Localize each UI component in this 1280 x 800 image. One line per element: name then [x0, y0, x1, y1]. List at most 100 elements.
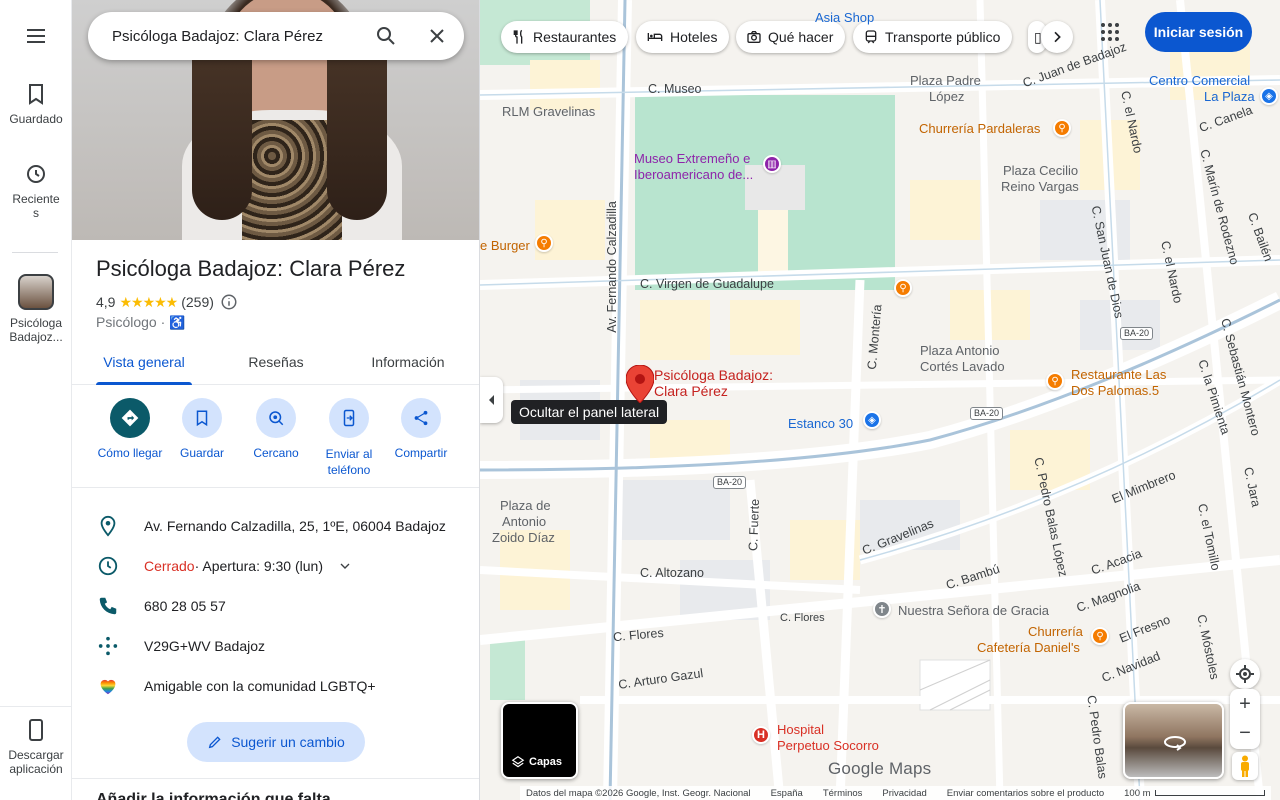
- map-label-churreria-d-1[interactable]: Churrería: [1028, 624, 1083, 639]
- tab-bar: Vista general Reseñas Información: [72, 340, 479, 385]
- map-label-museo-2[interactable]: Iberoamericano de...: [634, 167, 753, 182]
- directions-button[interactable]: Cómo llegar: [94, 396, 166, 460]
- scale-bar: [1154, 790, 1265, 796]
- chip-transit[interactable]: Transporte público: [853, 21, 1013, 53]
- map-label-altozano: C. Altozano: [640, 566, 704, 580]
- chip-things-to-do[interactable]: Qué hacer: [736, 21, 846, 53]
- category-label[interactable]: Psicólogo ·: [96, 314, 165, 330]
- map-label-hospital-1[interactable]: Hospital: [777, 722, 824, 737]
- suggest-edit-button[interactable]: Sugerir un cambio: [187, 722, 365, 762]
- info-icon[interactable]: [220, 293, 238, 311]
- phone-row[interactable]: 680 28 05 57: [96, 594, 466, 618]
- tab-overview[interactable]: Vista general: [96, 340, 192, 385]
- scale-label[interactable]: 100 m: [1124, 788, 1150, 799]
- rating-row: 4,9 ★★★★★ (259): [96, 293, 238, 311]
- terms-link[interactable]: Términos: [823, 788, 863, 799]
- street-view-pegman-button[interactable]: [1232, 752, 1258, 780]
- tab-about[interactable]: Información: [364, 340, 452, 385]
- chip-restaurants[interactable]: Restaurantes: [501, 21, 629, 53]
- shopping-pin-icon[interactable]: ◈: [1260, 87, 1278, 105]
- feedback-link[interactable]: Enviar comentarios sobre el producto: [947, 788, 1104, 799]
- place-panel: Psicóloga Badajoz: Clara Pérez 4,9 ★★★★★…: [72, 0, 480, 800]
- museum-pin-icon[interactable]: ▥: [763, 155, 781, 173]
- place-title: Psicóloga Badajoz: Clara Pérez: [96, 256, 406, 281]
- saved-button[interactable]: Guardado: [0, 82, 72, 126]
- pegman-icon: [1241, 755, 1249, 777]
- share-button[interactable]: Compartir: [385, 396, 457, 460]
- collapse-panel-button[interactable]: [480, 377, 503, 423]
- chevron-down-icon[interactable]: [337, 558, 353, 574]
- directions-icon: [121, 409, 139, 427]
- place-marker-label-1[interactable]: Psicóloga Badajoz:: [654, 367, 773, 383]
- close-icon[interactable]: [425, 24, 449, 48]
- tab-reviews[interactable]: Reseñas: [240, 340, 312, 385]
- my-location-button[interactable]: [1230, 659, 1260, 689]
- road-sign-ba20-a: BA-20: [1120, 327, 1154, 340]
- zoom-controls: + −: [1230, 689, 1260, 749]
- recent-button[interactable]: Reciente s: [0, 162, 72, 220]
- download-app-button[interactable]: Descargar aplicación: [0, 718, 72, 776]
- map-label-museo-1[interactable]: Museo Extremeño e: [634, 151, 750, 166]
- layers-button[interactable]: Capas: [501, 702, 578, 779]
- hospital-pin-icon[interactable]: H: [752, 726, 770, 744]
- zoom-out-button[interactable]: −: [1230, 719, 1260, 749]
- church-pin-icon[interactable]: ✝: [873, 600, 891, 618]
- region-link[interactable]: España: [771, 788, 803, 799]
- map-label-c-museo: C. Museo: [648, 82, 702, 96]
- map-label-churreria-pardaleras[interactable]: Churrería Pardaleras: [919, 121, 1040, 136]
- bookmark-icon: [29, 84, 43, 105]
- restaurant-pin-icon[interactable]: ⚲: [535, 234, 553, 252]
- street-view-thumbnail[interactable]: [1123, 702, 1224, 779]
- pluscode-row[interactable]: V29G+WV Badajoz: [96, 634, 466, 658]
- review-count[interactable]: (259): [181, 294, 214, 310]
- shopping-pin-icon[interactable]: ◈: [863, 411, 881, 429]
- menu-button[interactable]: [0, 24, 72, 54]
- privacy-link[interactable]: Privacidad: [882, 788, 926, 799]
- hours-row[interactable]: Cerrado · Apertura: 9:30 (lun): [96, 554, 466, 578]
- address-row[interactable]: Av. Fernando Calzadilla, 25, 1ºE, 06004 …: [96, 514, 466, 538]
- map-label-plaza-antonio-2: Cortés Lavado: [920, 359, 1005, 374]
- nearby-button[interactable]: Cercano: [240, 396, 312, 460]
- chips-next-button[interactable]: [1041, 21, 1073, 53]
- restaurant-pin-icon[interactable]: ⚲: [1053, 119, 1071, 137]
- saved-label: Guardado: [9, 112, 63, 126]
- map-label-burger[interactable]: e Burger: [480, 238, 530, 253]
- sign-in-button[interactable]: Iniciar sesión: [1145, 12, 1252, 52]
- map-label-churreria-d-2[interactable]: Cafetería Daniel's: [977, 640, 1080, 655]
- history-icon: [27, 165, 45, 183]
- nearby-label: Cercano: [253, 446, 299, 460]
- map-canvas[interactable]: Restaurantes Hoteles Qué hacer Transport…: [480, 0, 1280, 800]
- map-label-hospital-2[interactable]: Perpetuo Socorro: [777, 738, 879, 753]
- restaurant-pin-icon[interactable]: ⚲: [894, 279, 912, 297]
- map-label-nuestra[interactable]: Nuestra Señora de Gracia: [898, 603, 1049, 618]
- place-thumbnail: [18, 274, 54, 310]
- layers-icon: [511, 756, 525, 768]
- chip-things-to-do-label: Qué hacer: [768, 29, 834, 45]
- restaurant-pin-icon[interactable]: ⚲: [1091, 627, 1109, 645]
- map-label-virgen: C. Virgen de Guadalupe: [640, 277, 774, 291]
- map-label-estanco[interactable]: Estanco 30: [788, 416, 853, 431]
- recent-place-button[interactable]: Psicóloga Badajoz...: [0, 274, 72, 344]
- map-label-asia-shop[interactable]: Asia Shop: [815, 10, 874, 25]
- category-row: Psicólogo · ♿: [96, 314, 185, 331]
- save-button[interactable]: Guardar: [166, 396, 238, 460]
- zoom-in-button[interactable]: +: [1230, 689, 1260, 719]
- caret-left-icon: [488, 395, 494, 405]
- chip-hotels[interactable]: Hoteles: [636, 21, 730, 53]
- map-label-palomas-1[interactable]: Restaurante Las: [1071, 367, 1166, 382]
- camera-icon: [747, 31, 761, 43]
- send-to-phone-icon: [343, 409, 355, 427]
- search-icon[interactable]: [374, 24, 398, 48]
- restaurant-pin-icon[interactable]: ⚲: [1046, 372, 1064, 390]
- map-label-rlm[interactable]: RLM Gravelinas: [502, 104, 595, 119]
- place-marker-label-2[interactable]: Clara Pérez: [654, 383, 728, 399]
- map-label-fuerte: C. Fuerte: [746, 498, 762, 552]
- place-marker-icon[interactable]: [626, 365, 654, 403]
- restaurant-icon: [513, 29, 523, 44]
- map-label-centro-2[interactable]: La Plaza: [1204, 89, 1255, 104]
- map-label-palomas-2[interactable]: Dos Palomas.5: [1071, 383, 1159, 398]
- hours-status: Cerrado: [144, 558, 195, 574]
- map-label-centro-1[interactable]: Centro Comercial: [1149, 73, 1250, 88]
- search-input[interactable]: [112, 12, 362, 60]
- send-to-phone-button[interactable]: Enviar al teléfono: [313, 396, 385, 478]
